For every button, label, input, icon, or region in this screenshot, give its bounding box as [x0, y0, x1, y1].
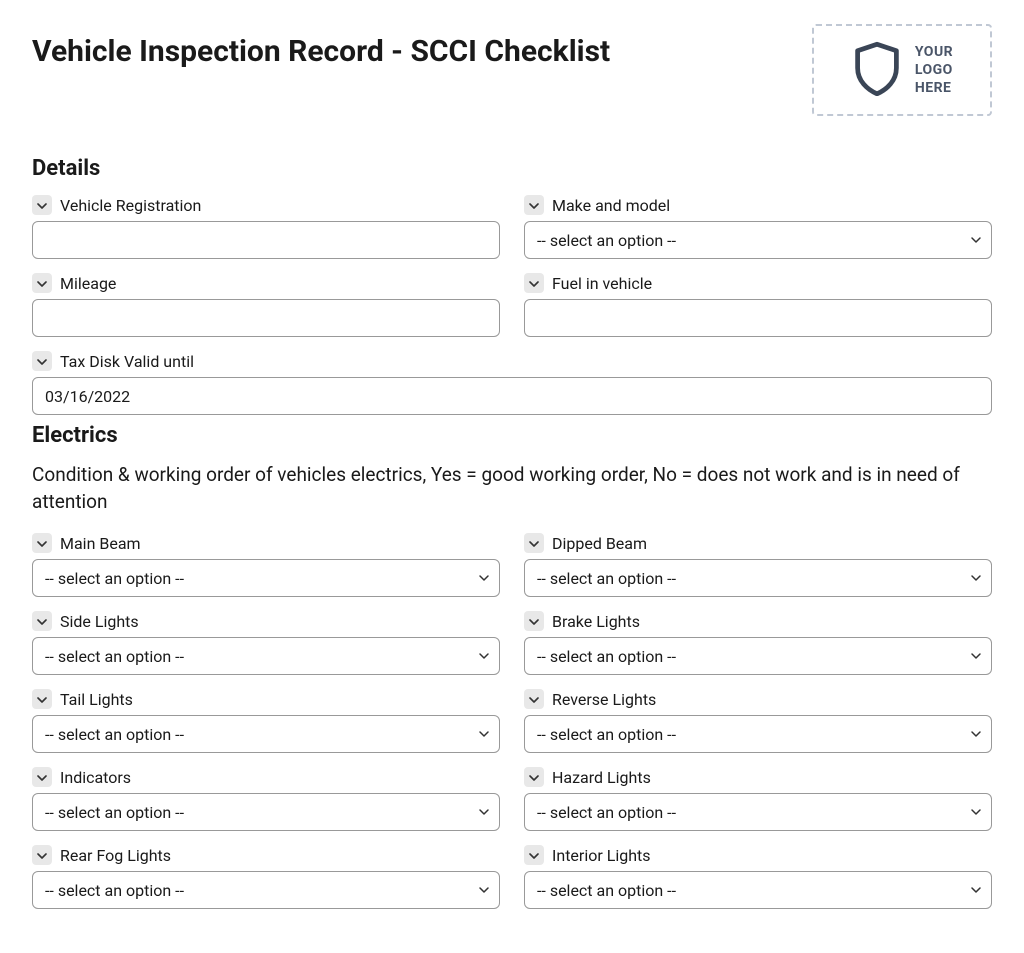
field-label: Side Lights [60, 612, 139, 631]
section-heading-details: Details [32, 156, 992, 181]
dipped-beam-select[interactable]: -- select an option -- [524, 559, 992, 597]
tail-lights-select[interactable]: -- select an option -- [32, 715, 500, 753]
field-label: Brake Lights [552, 612, 640, 631]
mileage-input[interactable] [32, 299, 500, 337]
field-tax-disk: Tax Disk Valid until [32, 351, 992, 415]
field-label: Hazard Lights [552, 768, 651, 787]
collapse-toggle[interactable] [32, 845, 52, 865]
chevron-down-icon [37, 768, 47, 787]
field-label: Reverse Lights [552, 690, 656, 709]
field-make-model: Make and model -- select an option -- [524, 195, 992, 259]
collapse-toggle[interactable] [32, 611, 52, 631]
chevron-down-icon [37, 612, 47, 631]
chevron-down-icon [529, 196, 539, 215]
collapse-toggle[interactable] [524, 689, 544, 709]
field-label: Tail Lights [60, 690, 133, 709]
reverse-lights-select[interactable]: -- select an option -- [524, 715, 992, 753]
section-heading-electrics: Electrics [32, 423, 992, 448]
chevron-down-icon [37, 274, 47, 293]
field-tail-lights: Tail Lights -- select an option -- [32, 689, 500, 753]
brake-lights-select[interactable]: -- select an option -- [524, 637, 992, 675]
collapse-toggle[interactable] [524, 845, 544, 865]
chevron-down-icon [529, 612, 539, 631]
chevron-down-icon [529, 768, 539, 787]
collapse-toggle[interactable] [32, 195, 52, 215]
field-dipped-beam: Dipped Beam -- select an option -- [524, 533, 992, 597]
collapse-toggle[interactable] [524, 611, 544, 631]
rear-fog-lights-select[interactable]: -- select an option -- [32, 871, 500, 909]
shield-icon [851, 40, 903, 100]
collapse-toggle[interactable] [524, 195, 544, 215]
field-fuel: Fuel in vehicle [524, 273, 992, 337]
logo-placeholder-text: YOURLOGOHERE [915, 43, 953, 98]
chevron-down-icon [529, 274, 539, 293]
chevron-down-icon [37, 352, 47, 371]
field-label: Indicators [60, 768, 131, 787]
collapse-toggle[interactable] [524, 273, 544, 293]
chevron-down-icon [37, 534, 47, 553]
collapse-toggle[interactable] [32, 689, 52, 709]
field-label: Rear Fog Lights [60, 846, 171, 865]
field-side-lights: Side Lights -- select an option -- [32, 611, 500, 675]
field-label: Main Beam [60, 534, 141, 553]
collapse-toggle[interactable] [32, 767, 52, 787]
tax-disk-input[interactable] [32, 377, 992, 415]
indicators-select[interactable]: -- select an option -- [32, 793, 500, 831]
electrics-description: Condition & working order of vehicles el… [32, 462, 992, 515]
side-lights-select[interactable]: -- select an option -- [32, 637, 500, 675]
make-model-select[interactable]: -- select an option -- [524, 221, 992, 259]
field-label: Vehicle Registration [60, 196, 201, 215]
field-interior-lights: Interior Lights -- select an option -- [524, 845, 992, 909]
main-beam-select[interactable]: -- select an option -- [32, 559, 500, 597]
field-label: Interior Lights [552, 846, 651, 865]
collapse-toggle[interactable] [524, 533, 544, 553]
page-title: Vehicle Inspection Record - SCCI Checkli… [32, 32, 610, 71]
field-hazard-lights: Hazard Lights -- select an option -- [524, 767, 992, 831]
fuel-input[interactable] [524, 299, 992, 337]
field-label: Dipped Beam [552, 534, 647, 553]
chevron-down-icon [37, 690, 47, 709]
chevron-down-icon [37, 196, 47, 215]
field-reverse-lights: Reverse Lights -- select an option -- [524, 689, 992, 753]
field-indicators: Indicators -- select an option -- [32, 767, 500, 831]
field-label: Tax Disk Valid until [60, 352, 194, 371]
collapse-toggle[interactable] [32, 351, 52, 371]
field-label: Mileage [60, 274, 116, 293]
hazard-lights-select[interactable]: -- select an option -- [524, 793, 992, 831]
field-main-beam: Main Beam -- select an option -- [32, 533, 500, 597]
chevron-down-icon [529, 534, 539, 553]
field-rear-fog-lights: Rear Fog Lights -- select an option -- [32, 845, 500, 909]
field-vehicle-registration: Vehicle Registration [32, 195, 500, 259]
logo-placeholder: YOURLOGOHERE [812, 24, 992, 116]
field-mileage: Mileage [32, 273, 500, 337]
vehicle-registration-input[interactable] [32, 221, 500, 259]
collapse-toggle[interactable] [32, 273, 52, 293]
field-label: Make and model [552, 196, 670, 215]
chevron-down-icon [529, 846, 539, 865]
collapse-toggle[interactable] [32, 533, 52, 553]
field-label: Fuel in vehicle [552, 274, 652, 293]
chevron-down-icon [37, 846, 47, 865]
field-brake-lights: Brake Lights -- select an option -- [524, 611, 992, 675]
interior-lights-select[interactable]: -- select an option -- [524, 871, 992, 909]
collapse-toggle[interactable] [524, 767, 544, 787]
chevron-down-icon [529, 690, 539, 709]
